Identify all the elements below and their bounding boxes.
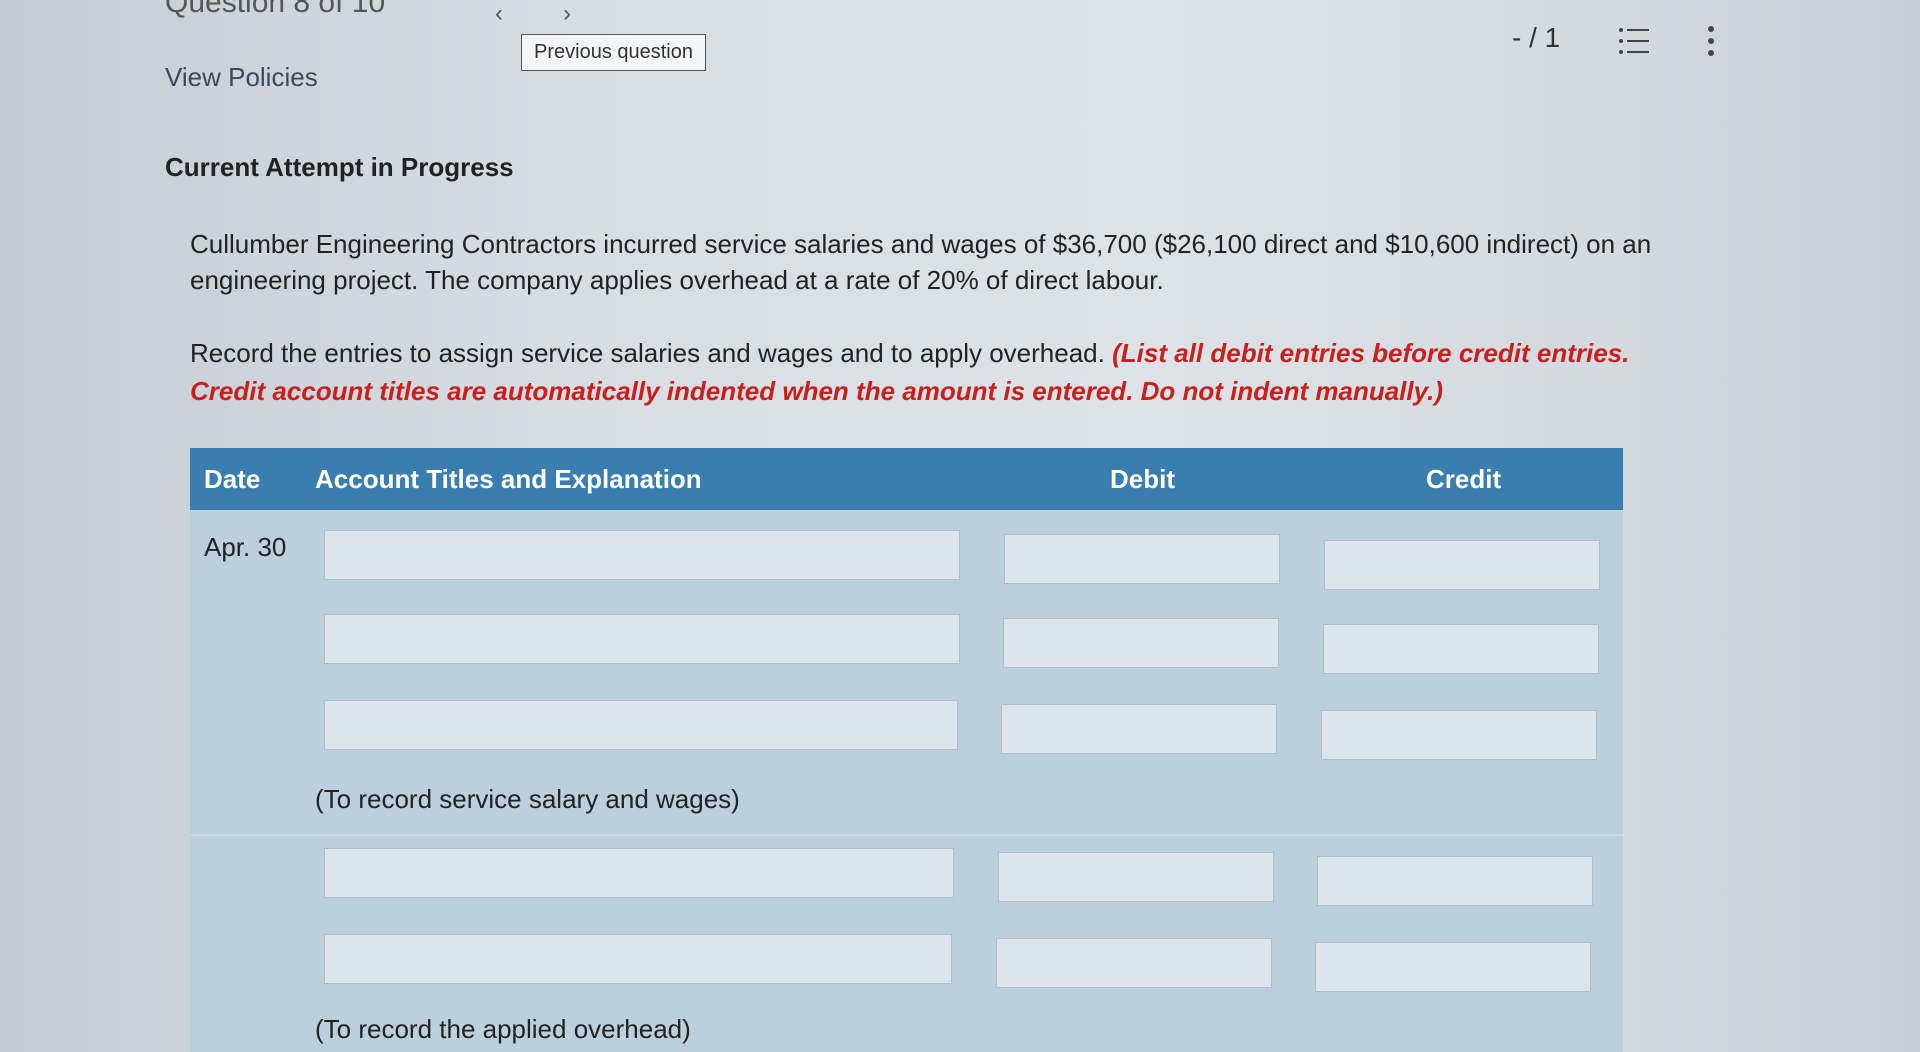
- attempt-title: Current Attempt in Progress: [165, 152, 514, 182]
- entry-explanation: (To record service salary and wages): [315, 784, 740, 814]
- journal-entry-table: Date Account Titles and Explanation Debi…: [190, 448, 1623, 1052]
- debit-input[interactable]: [1004, 534, 1280, 584]
- score-display: - / 1: [1512, 22, 1561, 53]
- debit-input[interactable]: [996, 938, 1272, 988]
- quiz-page: Question 8 of 10 ‹ › Previous question V…: [0, 0, 1920, 1052]
- header-debit: Debit: [1110, 464, 1175, 494]
- previous-question-button[interactable]: ‹: [495, 0, 503, 28]
- list-icon[interactable]: [1618, 26, 1650, 56]
- account-input[interactable]: [324, 848, 954, 898]
- question-text: Cullumber Engineering Contractors incurr…: [190, 229, 1652, 295]
- question-counter: Question 8 of 10: [165, 0, 386, 19]
- previous-question-tooltip: Previous question: [521, 34, 706, 71]
- credit-input[interactable]: [1317, 856, 1593, 906]
- header-credit: Credit: [1426, 464, 1502, 494]
- credit-input[interactable]: [1315, 942, 1591, 992]
- instruction-text: Record the entries to assign service sal…: [190, 334, 1690, 410]
- debit-input[interactable]: [1003, 618, 1279, 668]
- question-nav: ‹ ›: [495, 0, 571, 28]
- entry-divider: [190, 834, 1623, 836]
- next-question-button[interactable]: ›: [563, 0, 571, 28]
- view-policies-link[interactable]: View Policies: [165, 62, 318, 93]
- account-input[interactable]: [324, 700, 958, 750]
- credit-input[interactable]: [1323, 624, 1599, 674]
- credit-input[interactable]: [1321, 710, 1597, 760]
- debit-input[interactable]: [1001, 704, 1277, 754]
- entry-explanation: (To record the applied overhead): [315, 1014, 691, 1044]
- debit-input[interactable]: [998, 852, 1274, 902]
- journal-header: Date Account Titles and Explanation Debi…: [190, 448, 1623, 510]
- header-account: Account Titles and Explanation: [315, 464, 702, 494]
- entry-date: Apr. 30: [204, 532, 287, 562]
- account-input[interactable]: [324, 614, 960, 664]
- instruction-main: Record the entries to assign service sal…: [190, 338, 1105, 368]
- credit-input[interactable]: [1324, 540, 1600, 590]
- more-vertical-icon[interactable]: [1705, 24, 1717, 58]
- header-date: Date: [204, 464, 261, 494]
- account-input[interactable]: [324, 530, 960, 580]
- account-input[interactable]: [324, 934, 952, 984]
